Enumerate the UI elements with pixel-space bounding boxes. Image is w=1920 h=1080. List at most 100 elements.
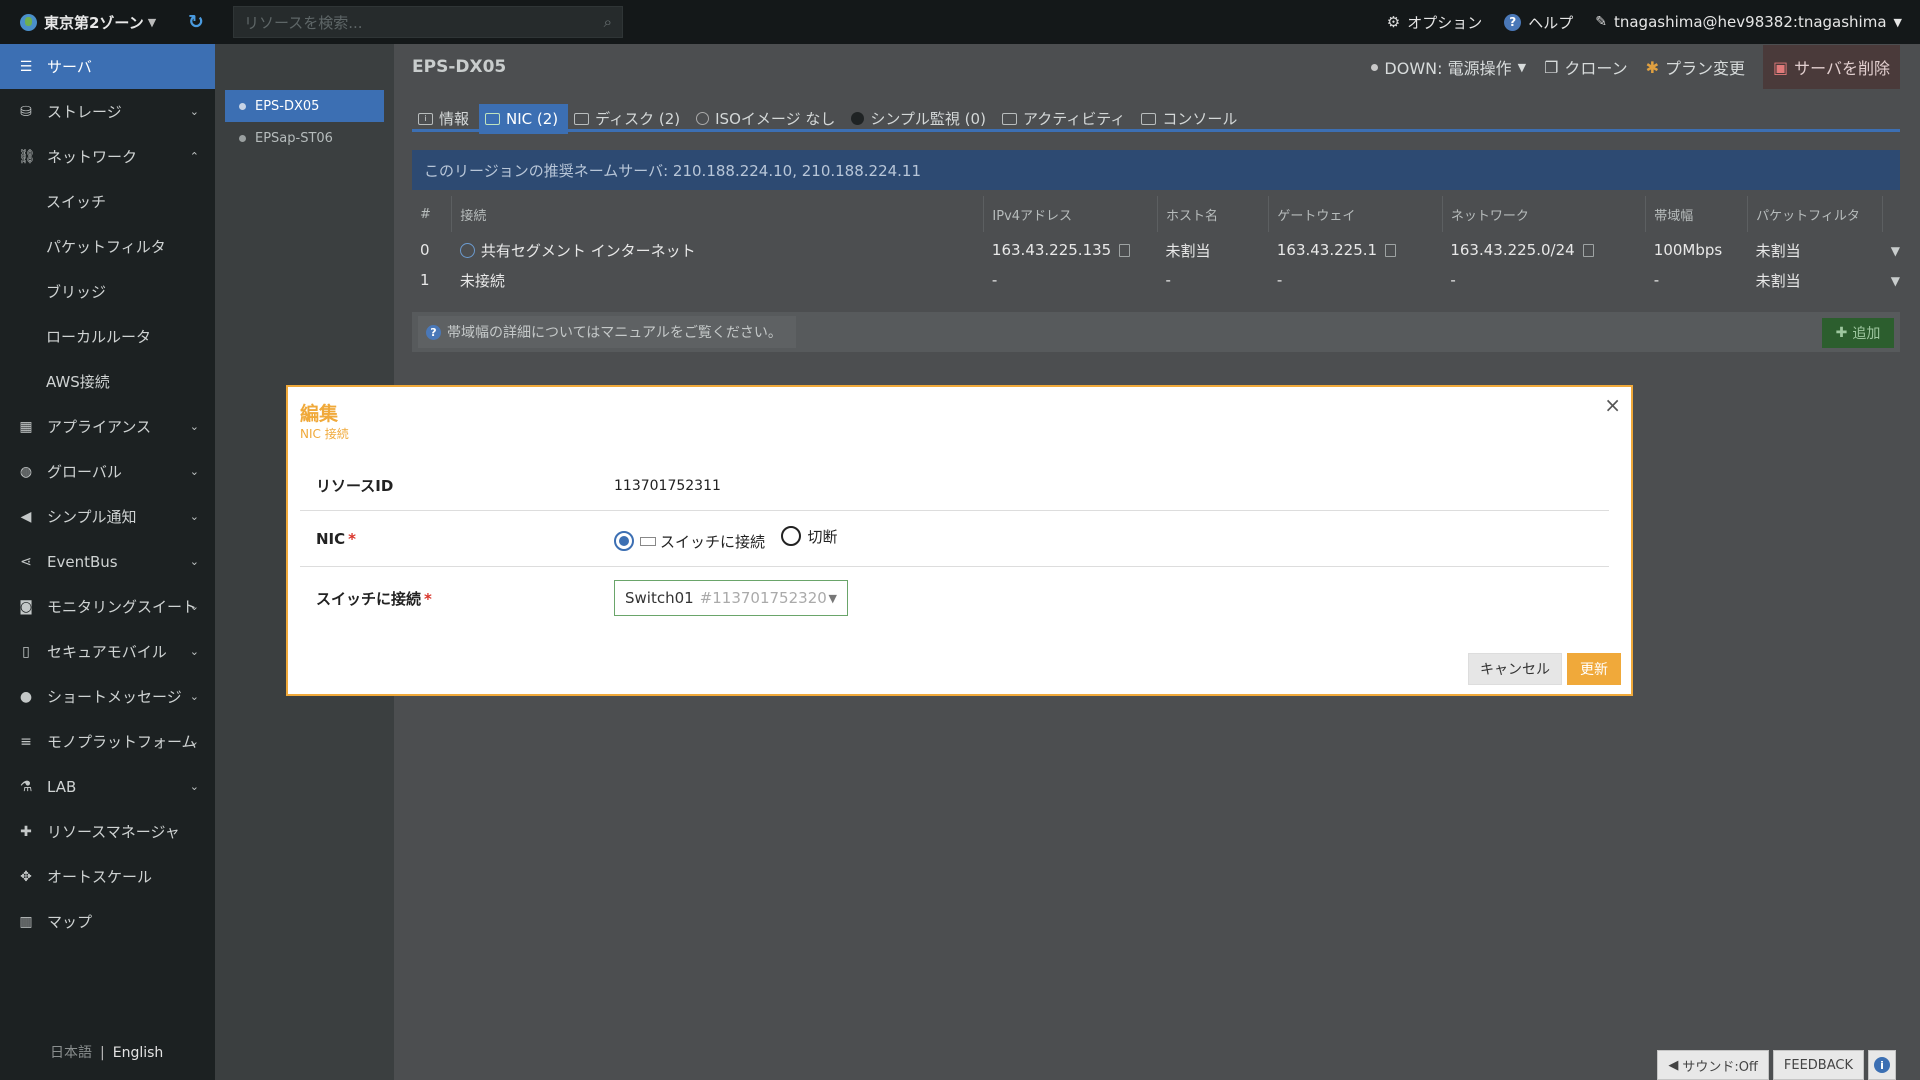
clone-button[interactable]: ❐ クローン [1544,55,1628,79]
tab-console[interactable]: コンソール [1135,104,1247,134]
cell: 100Mbps [1653,241,1723,259]
help-link[interactable]: ? ヘルプ [1504,12,1573,33]
sidebar-item-label: ブリッジ [46,283,107,301]
tab-monitoring[interactable]: シンプル監視 (0) [845,104,996,134]
search-input[interactable]: リソースを検索... ⌕ [233,6,623,38]
copy-icon[interactable] [1119,244,1131,257]
sidebar-item-autoscale[interactable]: ✥ オートスケール [0,854,215,899]
sidebar-item-appliance[interactable]: ▦ アプライアンス ⌄ [0,404,215,449]
copy-icon[interactable] [1582,244,1594,257]
server-list-item[interactable]: EPSap-ST06 [225,122,384,154]
feedback-button[interactable]: FEEDBACK [1772,1050,1864,1080]
sidebar-item-label: パケットフィルタ [46,238,166,256]
sidebar-item-label: LAB [47,777,77,796]
puzzle-icon: ✚ [20,823,32,840]
refresh-icon[interactable]: ↻ [185,11,207,33]
nic-options: スイッチに接続 切断 [614,526,849,552]
sidebar-item-bridge[interactable]: ブリッジ [0,269,215,314]
sidebar-item-mono-platform[interactable]: ≡ モノプラットフォーム ⌄ [0,719,215,764]
tab-info[interactable]: i 情報 [412,104,479,134]
footer-widgets: ◀ サウンド:Off FEEDBACK i [1657,1050,1896,1080]
lang-ja-link[interactable]: 日本語 [50,1045,92,1061]
col-header: IPv4アドレス [983,196,1159,232]
cell: - [1165,271,1171,289]
cancel-button[interactable]: キャンセル [1468,653,1562,685]
required-mark: * [424,589,432,608]
nic-icon [485,112,501,125]
sidebar-item-storage[interactable]: ⛁ ストレージ ⌄ [0,89,215,134]
sidebar-item-label: セキュアモバイル [47,643,167,661]
share-icon: ⋖ [20,553,32,570]
sidebar-item-map[interactable]: ▥ マップ [0,899,215,944]
pencil-icon: ✎ [1595,14,1607,30]
sidebar-item-secure-mobile[interactable]: ▯ セキュアモバイル ⌄ [0,629,215,674]
table-row[interactable]: 1 未接続 - - - - - 未割当 ▼ [412,264,1900,296]
row-menu[interactable]: ▼ [1883,232,1900,264]
row-menu[interactable]: ▼ [1883,264,1900,296]
sidebar-item-switch[interactable]: スイッチ [0,179,215,224]
col-header: ホスト名 [1157,196,1270,232]
table-row[interactable]: 0 共有セグメント インターネット 163.43.225.135 未割当 163… [412,232,1900,264]
plan-change-button[interactable]: ✱ プラン変更 [1646,55,1745,79]
nic-disconnect-radio[interactable]: 切断 [781,526,837,547]
chevron-down-icon: ⌄ [189,555,199,568]
copy-icon[interactable] [1385,244,1397,257]
sidebar-item-monitoring[interactable]: ◙ モニタリングスイート ⌄ [0,584,215,629]
tab-activity[interactable]: アクティビティ [996,104,1135,134]
tab-label: ISOイメージ なし [715,110,836,128]
power-menu[interactable]: DOWN: 電源操作 ▼ [1371,55,1526,79]
sidebar-item-short-message[interactable]: ● ショートメッセージ ⌄ [0,674,215,719]
add-nic-button[interactable]: ✚ 追加 [1822,318,1894,348]
tab-disk[interactable]: ディスク (2) [568,104,690,134]
chevron-down-icon: ⌄ [189,600,199,613]
update-button[interactable]: 更新 [1567,653,1621,685]
sidebar-item-lab[interactable]: ⚗ LAB ⌄ [0,764,215,809]
required-mark: * [348,529,357,548]
gear-icon: ⚙ [1386,13,1401,31]
info-button[interactable]: i [1868,1050,1896,1080]
edit-nic-dialog: 編集 NIC 接続 × リソースID 113701752311 NIC * スイッ… [286,385,1633,696]
chevron-down-icon: ⌄ [189,510,199,523]
chevron-down-icon: ⌄ [189,780,199,793]
sidebar-item-local-router[interactable]: ローカルルータ [0,314,215,359]
nic-table: # 接続 IPv4アドレス ホスト名 ゲートウェイ ネットワーク 帯域幅 パケッ… [412,196,1900,296]
lang-en-link[interactable]: English [113,1045,164,1061]
sidebar-item-network[interactable]: ⛓ ネットワーク ⌃ [0,134,215,179]
monitor-icon [851,112,865,125]
status-dot [1371,63,1379,71]
nic-connect-radio[interactable]: スイッチに接続 [614,531,765,552]
sidebar-item-simple-notify[interactable]: ◀ シンプル通知 ⌄ [0,494,215,539]
options-link[interactable]: ⚙ オプション [1387,12,1482,33]
switch-label-text: スイッチに接続 [316,589,422,608]
switch-select-id: #113701752320 [699,589,827,607]
tab-iso[interactable]: ISOイメージ なし [690,104,845,134]
chevron-down-icon: ⌄ [189,645,199,658]
sidebar-item-aws[interactable]: AWS接続 [0,359,215,404]
sidebar-item-resource-manager[interactable]: ✚ リソースマネージャ [0,809,215,854]
cell: - [1450,271,1456,289]
sound-toggle[interactable]: ◀ サウンド:Off [1657,1050,1769,1080]
switch-icon [640,536,656,546]
cell: 未割当 [1755,271,1801,290]
close-icon[interactable]: × [1604,393,1621,417]
help-icon: ? [1504,13,1522,31]
tab-nic[interactable]: NIC (2) [479,103,569,134]
plus-icon: ✚ [1835,325,1848,341]
zone-selector[interactable]: 東京第2ゾーン ▼ [0,0,215,44]
sidebar-item-label: スイッチ [46,193,107,211]
sidebar-item-packet-filter[interactable]: パケットフィルタ [0,224,215,269]
switch-select[interactable]: Switch01 #113701752320 ▼ [614,580,848,616]
sidebar-item-eventbus[interactable]: ⋖ EventBus ⌄ [0,539,215,584]
sidebar-item-server[interactable]: ☰ サーバ [0,44,215,89]
mobile-icon: ▯ [22,643,30,660]
tab-bar: i 情報 NIC (2) ディスク (2) ISOイメージ なし シンプル監視 … [412,103,1900,134]
help-icon: ? [426,324,441,340]
tab-label: アクティビティ [1022,110,1126,128]
sidebar-item-global[interactable]: ◍ グローバル ⌄ [0,449,215,494]
resource-id-value: 113701752311 [614,477,721,494]
delete-server-button[interactable]: ▣ サーバを削除 [1763,45,1900,89]
server-list-item[interactable]: EPS-DX05 [225,90,384,122]
chevron-down-icon: ⌄ [189,465,199,478]
user-menu[interactable]: ✎ tnagashima@hev98382:tnagashima ▼ [1595,13,1902,31]
activity-icon [1001,112,1017,125]
